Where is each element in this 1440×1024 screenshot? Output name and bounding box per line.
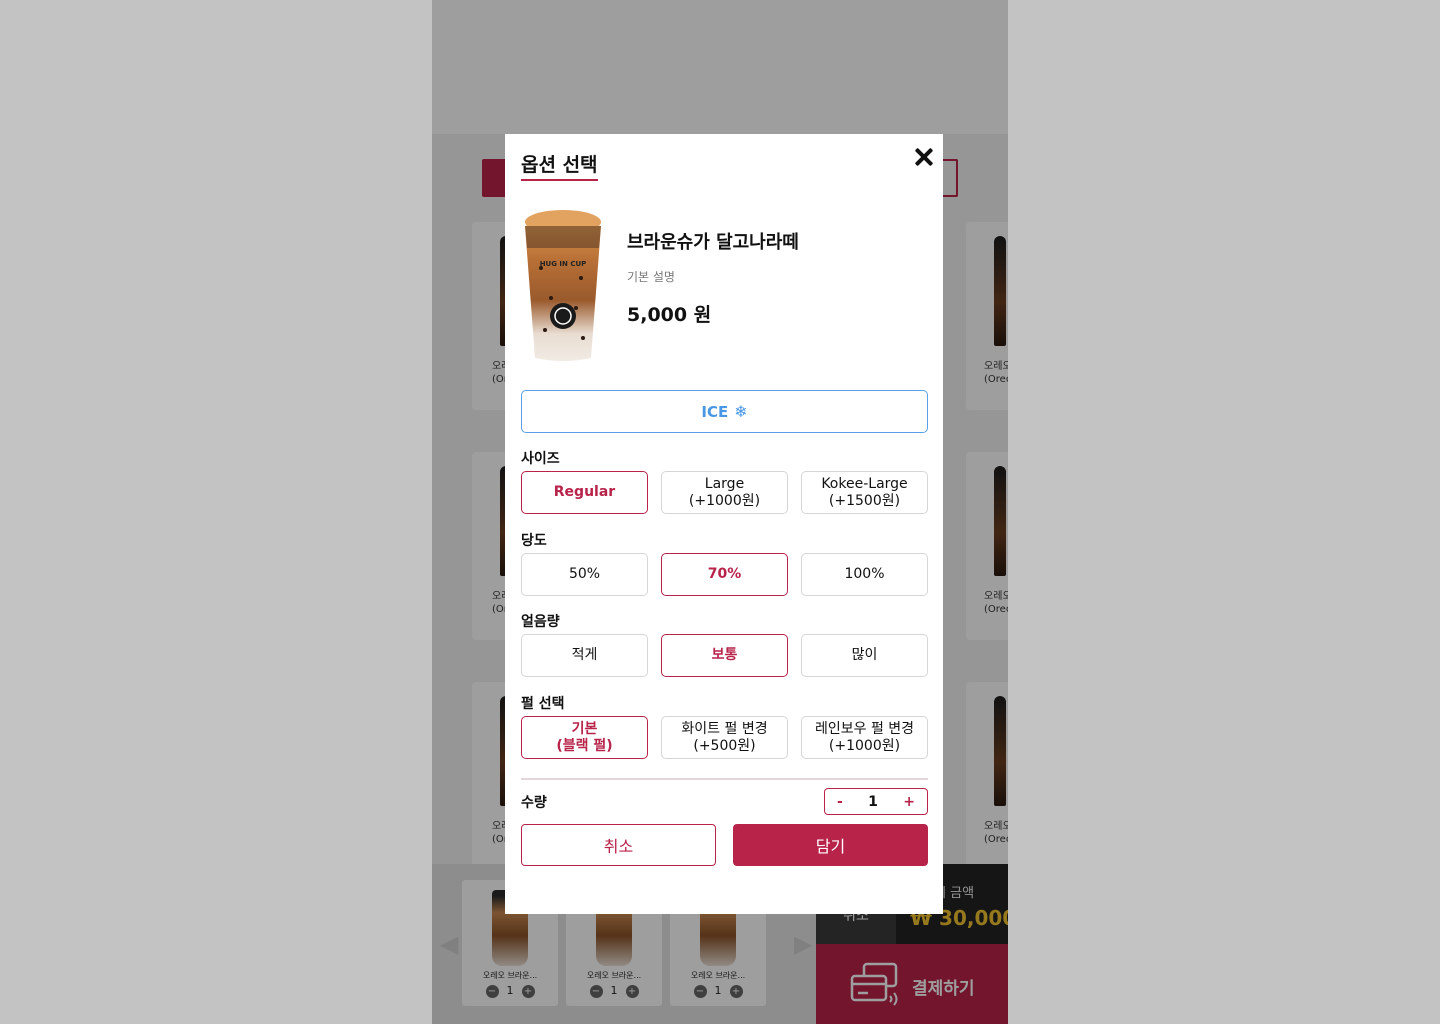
cup-brand-text: HUG IN CUP bbox=[540, 260, 587, 268]
product-price: 5,000 원 bbox=[627, 304, 712, 326]
pearl-section-label: 펄 선택 bbox=[521, 696, 565, 712]
product-description: 기본 설명 bbox=[627, 270, 675, 284]
snowflake-icon: ❄ bbox=[734, 402, 748, 421]
sweetness-section-label: 당도 bbox=[521, 533, 547, 549]
temperature-label: ICE bbox=[701, 402, 729, 421]
quantity-label: 수량 bbox=[521, 795, 547, 811]
size-option-large[interactable]: Large (+1000원) bbox=[661, 471, 788, 514]
pearl-option-black[interactable]: 기본 (블랙 펄) bbox=[521, 716, 648, 759]
size-option-kokee-large[interactable]: Kokee-Large (+1500원) bbox=[801, 471, 928, 514]
ice-section-label: 얼음량 bbox=[521, 614, 560, 630]
ice-option-more[interactable]: 많이 bbox=[801, 634, 928, 677]
ice-option-less[interactable]: 적게 bbox=[521, 634, 648, 677]
product-image: HUG IN CUP bbox=[525, 210, 601, 361]
sweetness-option-50[interactable]: 50% bbox=[521, 553, 648, 596]
quantity-value: 1 bbox=[868, 793, 878, 810]
add-to-cart-button[interactable]: 담기 bbox=[733, 824, 928, 866]
sweetness-option-70[interactable]: 70% bbox=[661, 553, 788, 596]
product-name: 브라운슈가 달고나라떼 bbox=[627, 232, 799, 253]
modal-title: 옵션 선택 bbox=[521, 150, 598, 181]
cancel-button[interactable]: 취소 bbox=[521, 824, 716, 866]
option-modal: 옵션 선택 HUG IN CUP 브라운슈가 달고나라떼 기본 설명 5,000… bbox=[505, 134, 943, 914]
size-section-label: 사이즈 bbox=[521, 451, 560, 467]
close-icon[interactable] bbox=[911, 144, 937, 170]
pearl-option-rainbow[interactable]: 레인보우 펄 변경 (+1000원) bbox=[801, 716, 928, 759]
temperature-ice-button[interactable]: ICE ❄ bbox=[521, 390, 928, 433]
pearl-option-white[interactable]: 화이트 펄 변경 (+500원) bbox=[661, 716, 788, 759]
sweetness-option-100[interactable]: 100% bbox=[801, 553, 928, 596]
quantity-stepper: - 1 + bbox=[824, 788, 928, 815]
size-option-regular[interactable]: Regular bbox=[521, 471, 648, 514]
divider bbox=[521, 778, 928, 780]
ice-option-normal[interactable]: 보통 bbox=[661, 634, 788, 677]
quantity-minus-button[interactable]: - bbox=[837, 794, 843, 810]
quantity-plus-button[interactable]: + bbox=[903, 794, 915, 810]
